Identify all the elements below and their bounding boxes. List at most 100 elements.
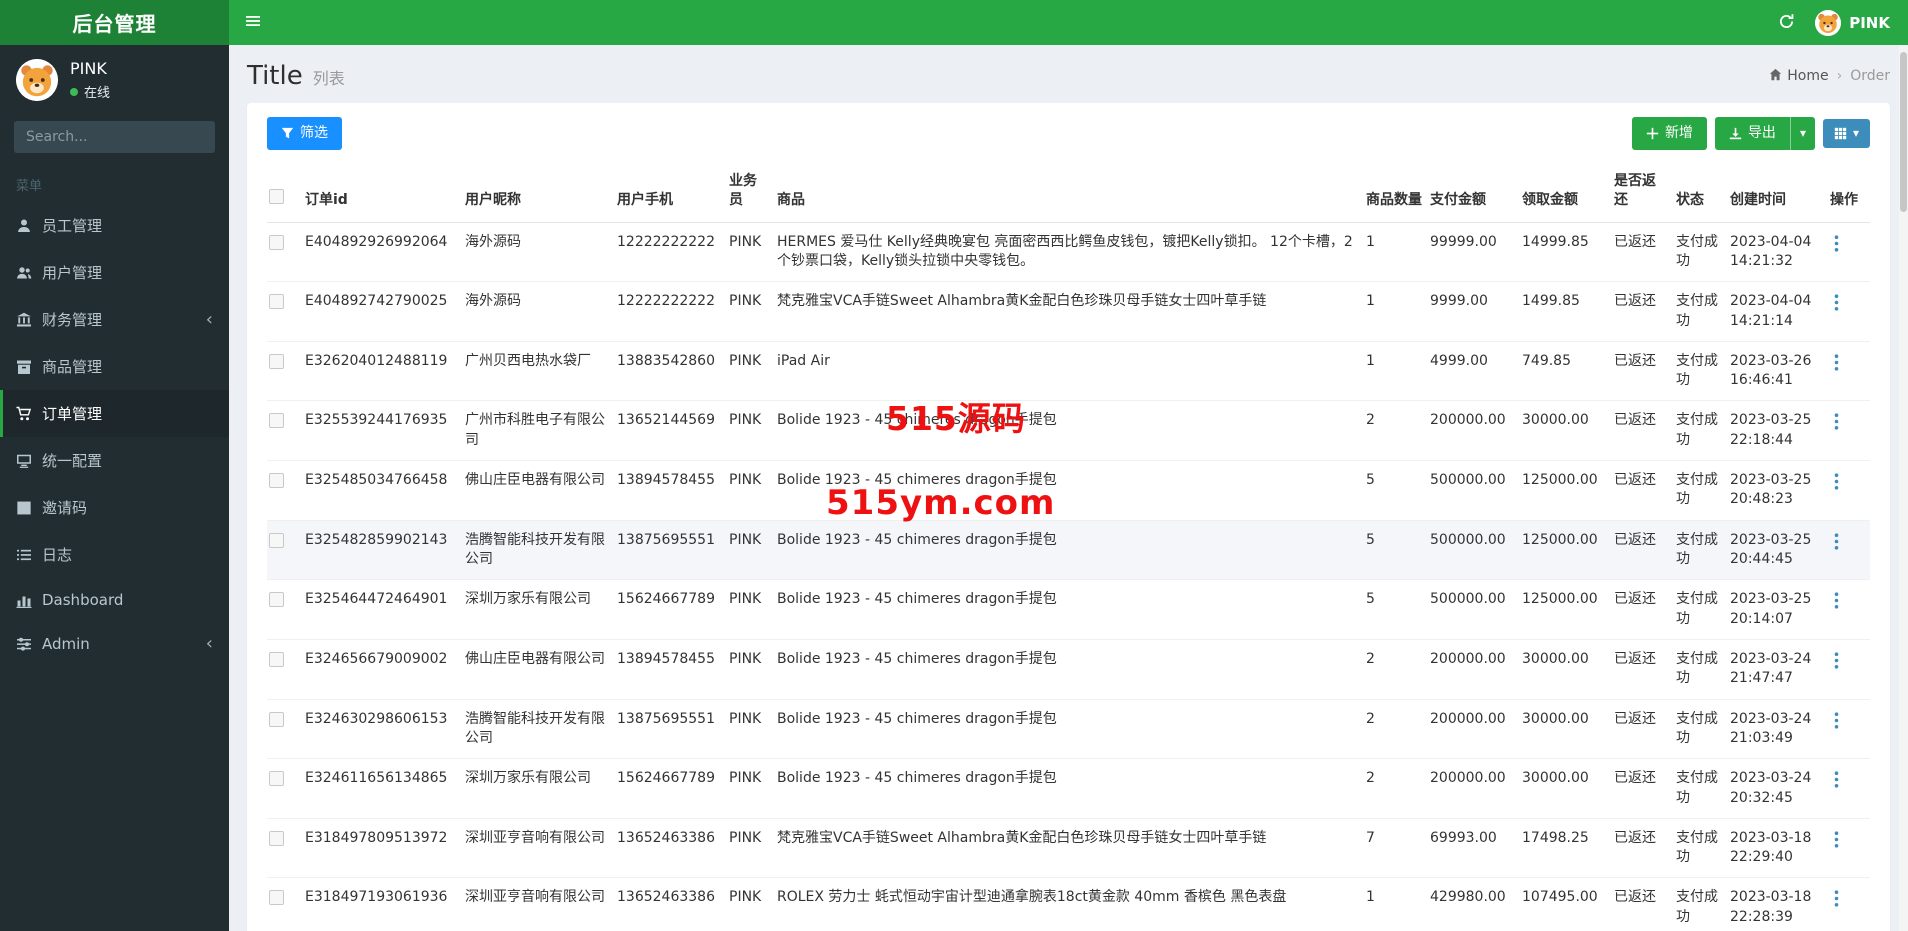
breadcrumb-home-link[interactable]: Home <box>1769 68 1829 85</box>
column-header-quantity: 商品数量 <box>1366 163 1430 223</box>
breadcrumb: Home › Order <box>1769 68 1890 85</box>
page-title-block: Title 列表 <box>247 61 345 91</box>
cell-created_at: 2023-03-25 20:14:07 <box>1730 579 1830 640</box>
export-icon <box>1729 127 1742 140</box>
row-actions-icon[interactable] <box>1830 292 1843 313</box>
content-box: 筛选 新增 导出 ▾ ▾ 订单id 用户昵称 用户手机 业务员 商品 商品数量 … <box>247 103 1890 931</box>
sidebar-item-orders[interactable]: 订单管理 <box>0 390 229 437</box>
search-input[interactable] <box>14 121 212 153</box>
cell-product: Bolide 1923 - 45 chimeres dragon手提包 <box>777 460 1366 521</box>
scrollbar-thumb[interactable] <box>1900 52 1907 212</box>
columns-view-button[interactable]: ▾ <box>1822 118 1870 148</box>
cell-status: 支付成功 <box>1676 579 1730 640</box>
sidebar-item-users[interactable]: 用户管理 <box>0 249 229 296</box>
row-checkbox-cell <box>267 400 305 462</box>
row-actions-icon[interactable] <box>1830 352 1843 373</box>
cell-salesperson: PINK <box>729 460 777 521</box>
row-checkbox[interactable] <box>269 592 284 608</box>
row-checkbox[interactable] <box>269 830 284 846</box>
content-header: Title 列表 Home › Order <box>229 45 1908 103</box>
row-actions-icon[interactable] <box>1830 531 1843 552</box>
topbar-right: PINK <box>1778 9 1908 36</box>
row-checkbox[interactable] <box>269 890 284 906</box>
sidebar-item-config[interactable]: 统一配置 <box>0 437 229 484</box>
sidebar-item-label: 商品管理 <box>42 358 103 376</box>
cell-order_id: E325539244176935 <box>305 400 465 462</box>
row-actions-icon[interactable] <box>1830 769 1843 790</box>
orders-table: 订单id 用户昵称 用户手机 业务员 商品 商品数量 支付金额 领取金额 是否返还 状态 创建时间操… <box>267 163 1870 931</box>
cell-receive_amount: 30000.00 <box>1522 699 1614 760</box>
row-actions-icon[interactable] <box>1830 650 1843 671</box>
row-checkbox[interactable] <box>269 234 284 250</box>
cell-product: 梵克雅宝VCA手链Sweet Alhambra黄K金配白色珍珠贝母手链女士四叶草… <box>777 281 1366 342</box>
cell-nickname: 佛山庄臣电器有限公司 <box>465 639 617 700</box>
cell-salesperson: PINK <box>729 341 777 402</box>
sidebar-item-invite[interactable]: 邀请码 <box>0 484 229 531</box>
cell-created_at: 2023-03-25 20:44:45 <box>1730 520 1830 581</box>
cell-product: ROLEX 劳力士 蚝式恒动宇宙计型迪通拿腕表18ct黄金款 40mm 香槟色 … <box>777 877 1366 931</box>
cell-returned: 已返还 <box>1614 579 1676 640</box>
cell-product: HERMES 爱马仕 Kelly经典晚宴包 亮面密西西比鳄鱼皮钱包，镀把Kell… <box>777 222 1366 283</box>
sidebar-item-dashboard[interactable]: Dashboard <box>0 578 229 622</box>
sidebar-item-label: 财务管理 <box>42 311 103 329</box>
select-all-checkbox[interactable] <box>269 188 284 204</box>
row-checkbox[interactable] <box>269 651 284 667</box>
hamburger-icon <box>245 13 261 32</box>
sidebar-item-employees[interactable]: 员工管理 <box>0 202 229 249</box>
row-checkbox[interactable] <box>269 532 284 548</box>
row-actions-icon[interactable] <box>1830 590 1843 611</box>
topbar-user-name: PINK <box>1849 13 1890 32</box>
row-checkbox[interactable] <box>269 353 284 369</box>
topbar-user-menu[interactable]: PINK <box>1815 9 1890 36</box>
search-button[interactable] <box>212 121 215 153</box>
add-button[interactable]: 新增 <box>1631 117 1707 150</box>
cell-action <box>1830 222 1870 283</box>
cell-pay_amount: 200000.00 <box>1430 699 1522 760</box>
sidebar-item-admin[interactable]: Admin ‹ <box>0 622 229 666</box>
cell-order_id: E325464472464901 <box>305 579 465 640</box>
sidebar-item-goods[interactable]: 商品管理 <box>0 343 229 390</box>
cell-order_id: E324630298606153 <box>305 699 465 760</box>
cell-pay_amount: 500000.00 <box>1430 579 1522 640</box>
row-checkbox[interactable] <box>269 294 284 310</box>
sidebar-item-logs[interactable]: 日志 <box>0 531 229 578</box>
sidebar-item-finance[interactable]: 财务管理 ‹ <box>0 296 229 343</box>
filter-button[interactable]: 筛选 <box>267 117 342 150</box>
export-button[interactable]: 导出 <box>1714 117 1790 150</box>
cell-created_at: 2023-03-18 22:28:39 <box>1730 877 1830 931</box>
cell-pay_amount: 500000.00 <box>1430 520 1522 581</box>
sidebar-toggle-button[interactable] <box>229 0 277 45</box>
cell-status: 支付成功 <box>1676 281 1730 342</box>
cell-order_id: E325485034766458 <box>305 460 465 521</box>
sidebar-search <box>14 121 215 153</box>
grid-icon <box>1834 127 1847 140</box>
cell-returned: 已返还 <box>1614 222 1676 283</box>
cell-created_at: 2023-03-25 22:18:44 <box>1730 400 1830 462</box>
cell-salesperson: PINK <box>729 579 777 640</box>
cell-nickname: 佛山庄臣电器有限公司 <box>465 460 617 521</box>
row-actions-icon[interactable] <box>1830 829 1843 850</box>
column-header-product: 商品 <box>777 163 1366 223</box>
cell-product: Bolide 1923 - 45 chimeres dragon手提包 <box>777 520 1366 581</box>
row-actions-icon[interactable] <box>1830 888 1843 909</box>
row-actions-icon[interactable] <box>1830 233 1843 254</box>
app-brand[interactable]: 后台管理 <box>0 0 229 45</box>
refresh-button[interactable] <box>1778 13 1795 33</box>
row-checkbox[interactable] <box>269 711 284 727</box>
toolbar-right: 新增 导出 ▾ ▾ <box>1631 117 1870 150</box>
cell-salesperson: PINK <box>729 400 777 462</box>
cell-status: 支付成功 <box>1676 877 1730 931</box>
row-actions-icon[interactable] <box>1830 411 1843 432</box>
cell-nickname: 浩腾智能科技开发有限公司 <box>465 699 617 760</box>
cell-order_id: E404892926992064 <box>305 222 465 283</box>
row-actions-icon[interactable] <box>1830 710 1843 731</box>
row-checkbox[interactable] <box>269 413 284 429</box>
cell-order_id: E404892742790025 <box>305 281 465 342</box>
row-checkbox[interactable] <box>269 771 284 787</box>
row-checkbox-cell <box>267 281 305 342</box>
export-dropdown-toggle[interactable]: ▾ <box>1789 117 1815 150</box>
cell-returned: 已返还 <box>1614 281 1676 342</box>
cell-order_id: E324611656134865 <box>305 758 465 819</box>
row-checkbox[interactable] <box>269 473 284 489</box>
row-actions-icon[interactable] <box>1830 471 1843 492</box>
